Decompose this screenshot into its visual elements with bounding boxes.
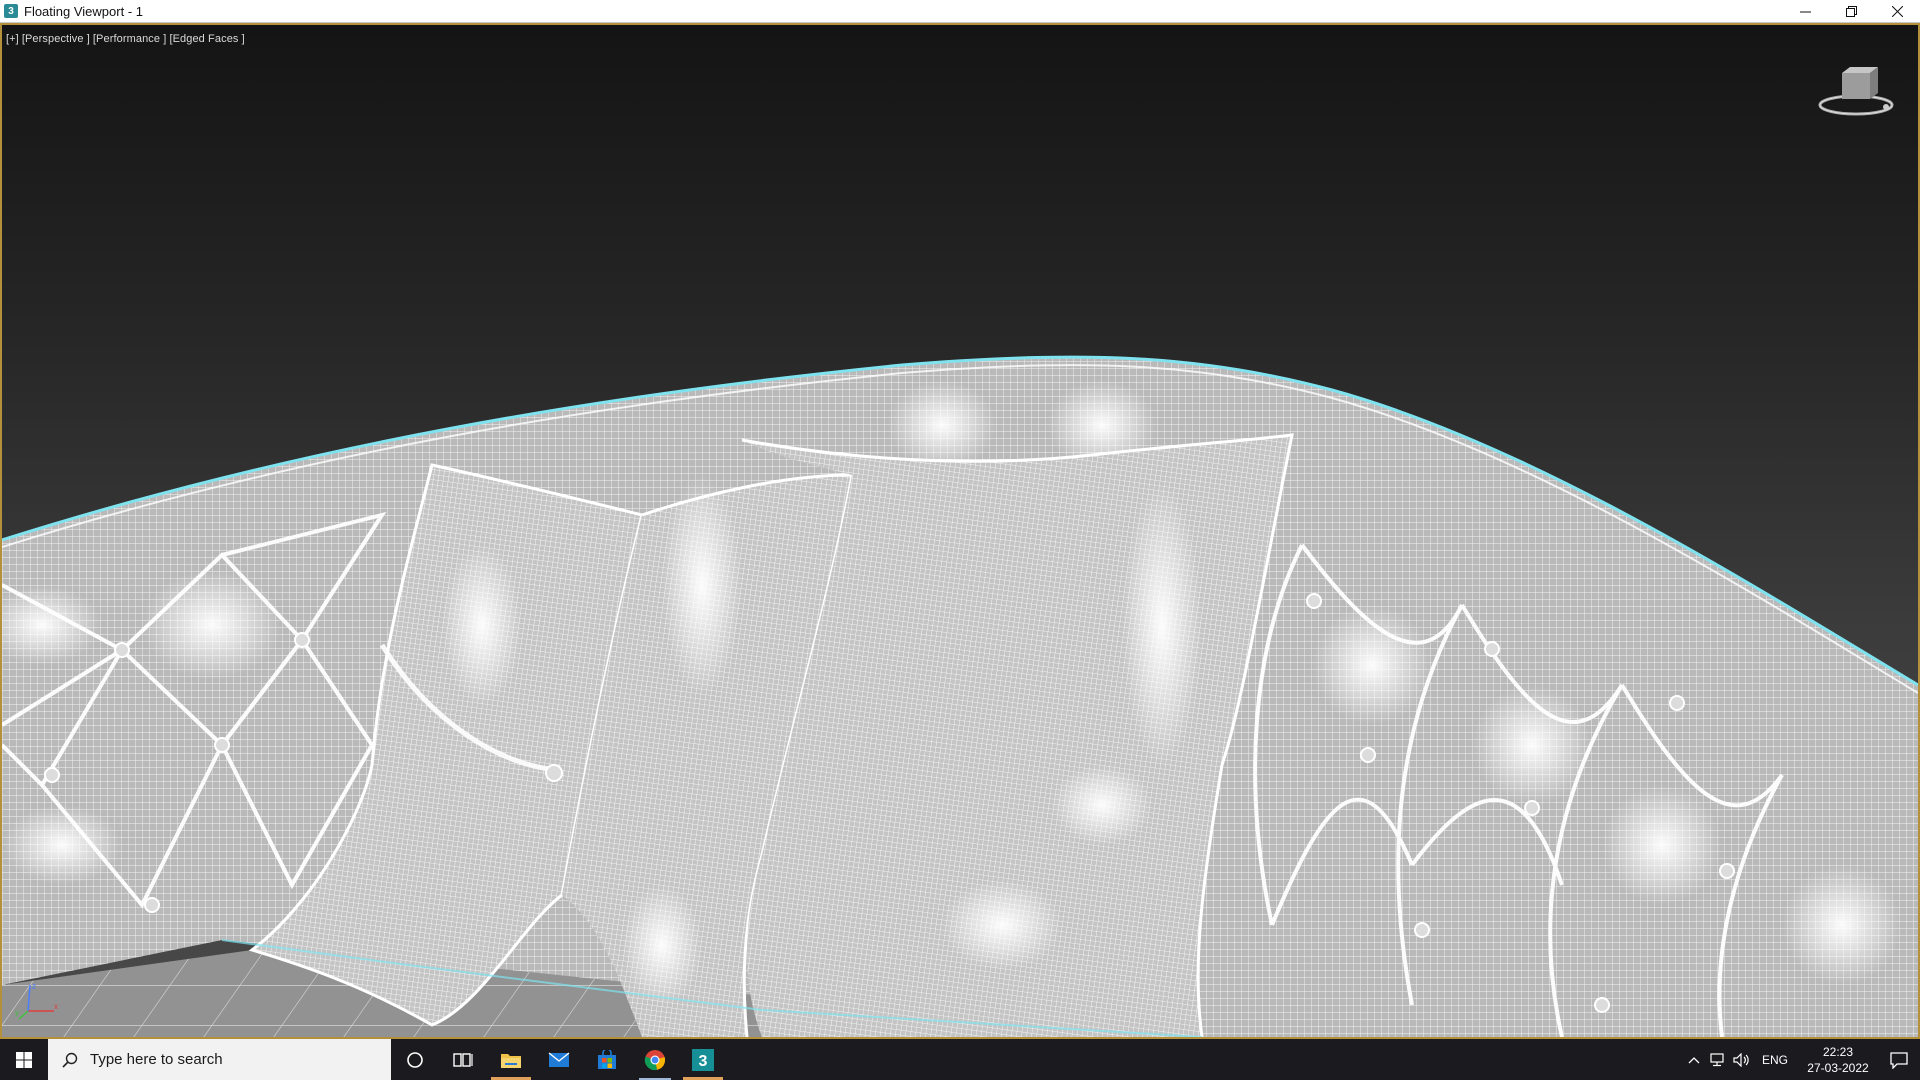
close-icon bbox=[1891, 6, 1903, 17]
axis-gizmo-icon: x y z bbox=[15, 982, 58, 1020]
volume-icon bbox=[1733, 1052, 1749, 1067]
title-bar[interactable]: 3 Floating Viewport - 1 bbox=[0, 0, 1920, 23]
system-tray: ENG 22:23 27-03-2022 bbox=[1682, 1039, 1920, 1080]
viewport-mode-menu[interactable]: [Performance ] bbox=[93, 33, 167, 45]
chrome-icon bbox=[644, 1049, 666, 1070]
notification-icon bbox=[1890, 1051, 1908, 1069]
start-button[interactable] bbox=[0, 1039, 48, 1080]
clock-date: 27-03-2022 bbox=[1807, 1060, 1869, 1075]
svg-text:3: 3 bbox=[699, 1053, 708, 1070]
show-hidden-icons-button[interactable] bbox=[1682, 1039, 1706, 1080]
viewcube-icon[interactable] bbox=[1816, 61, 1900, 123]
chrome-button[interactable] bbox=[631, 1039, 679, 1080]
chevron-up-icon bbox=[1688, 1056, 1700, 1063]
search-icon bbox=[62, 1052, 78, 1068]
viewport[interactable]: [+] [Perspective ] [Performance ] [Edged Fa… bbox=[0, 23, 1920, 1039]
cortana-button[interactable] bbox=[391, 1039, 439, 1080]
viewport-label-menu[interactable]: [+] [Perspective ] [Performance ] [Edged Fa… bbox=[6, 33, 248, 45]
axis-x-label: x bbox=[54, 1002, 58, 1011]
store-button[interactable] bbox=[583, 1039, 631, 1080]
search-placeholder: Type here to search bbox=[90, 1051, 223, 1068]
volume-button[interactable] bbox=[1730, 1039, 1754, 1080]
app-icon: 3 bbox=[4, 4, 18, 18]
network-icon bbox=[1710, 1052, 1724, 1066]
task-view-icon bbox=[453, 1052, 473, 1067]
minimize-icon bbox=[1799, 11, 1811, 13]
task-view-button[interactable] bbox=[439, 1039, 487, 1080]
axis-y-label: y bbox=[15, 1008, 19, 1017]
taskbar-search-box[interactable]: Type here to search bbox=[48, 1039, 391, 1080]
clock[interactable]: 22:23 27-03-2022 bbox=[1798, 1044, 1878, 1076]
minimize-button[interactable] bbox=[1782, 0, 1828, 23]
clock-time: 22:23 bbox=[1822, 1044, 1854, 1059]
store-icon bbox=[598, 1049, 616, 1069]
cortana-icon bbox=[407, 1051, 423, 1068]
3dsmax-icon: 3 bbox=[692, 1048, 714, 1071]
file-explorer-icon bbox=[501, 1053, 521, 1068]
sofa-wireframe-scene[interactable] bbox=[2, 25, 1918, 1037]
network-button[interactable] bbox=[1706, 1039, 1730, 1080]
close-button[interactable] bbox=[1874, 0, 1920, 23]
mail-icon bbox=[548, 1051, 570, 1067]
action-center-button[interactable] bbox=[1878, 1039, 1920, 1080]
viewport-view-menu[interactable]: [Perspective ] bbox=[22, 33, 90, 45]
viewport-plus-menu[interactable]: [+] bbox=[6, 33, 19, 45]
windows-icon bbox=[16, 1051, 32, 1068]
taskbar: Type here to search 3 ENG 22:23 27-03-20… bbox=[0, 1039, 1920, 1080]
axis-z-label: z bbox=[32, 982, 36, 991]
restore-button[interactable] bbox=[1828, 0, 1874, 23]
window-title: Floating Viewport - 1 bbox=[24, 3, 143, 19]
input-language-indicator[interactable]: ENG bbox=[1762, 1053, 1788, 1067]
viewport-shading-menu[interactable]: [Edged Faces ] bbox=[169, 33, 244, 45]
restore-icon bbox=[1845, 6, 1857, 17]
file-explorer-button[interactable] bbox=[487, 1039, 535, 1080]
window-controls bbox=[1782, 0, 1920, 23]
mail-button[interactable] bbox=[535, 1039, 583, 1080]
3dsmax-button[interactable]: 3 bbox=[679, 1039, 727, 1080]
